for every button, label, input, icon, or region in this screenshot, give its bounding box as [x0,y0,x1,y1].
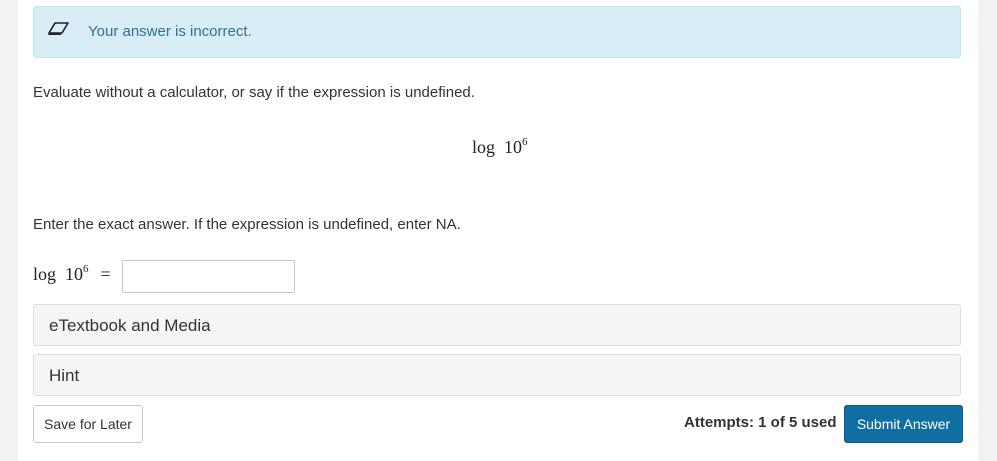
feedback-message: Your answer is incorrect. [88,23,252,40]
equals-sign: = [100,264,111,284]
question-prompt: Evaluate without a calculator, or say if… [33,84,475,101]
etextbook-media-toggle[interactable]: eTextbook and Media [33,304,961,346]
answer-label: log 106 = [33,264,111,285]
attempts-counter: Attempts: 1 of 5 used [684,414,837,431]
question-panel: Your answer is incorrect. Evaluate witho… [18,0,978,461]
answer-label-exponent: 6 [83,263,89,275]
expression-func: log [472,137,496,157]
expression-base: 10 [504,137,523,157]
hint-label: Hint [49,366,80,385]
answer-input[interactable] [122,260,295,293]
submit-answer-button[interactable]: Submit Answer [844,405,963,443]
feedback-alert: Your answer is incorrect. [33,6,961,58]
answer-instruction: Enter the exact answer. If the expressio… [33,216,461,233]
hint-toggle[interactable]: Hint [33,354,961,396]
answer-label-base: 10 [65,264,84,284]
answer-label-func: log [33,264,57,284]
math-expression: log 106 [472,137,528,158]
eraser-icon [48,22,70,38]
expression-exponent: 6 [522,136,528,148]
etextbook-media-label: eTextbook and Media [49,316,211,335]
save-for-later-button[interactable]: Save for Later [33,405,143,443]
